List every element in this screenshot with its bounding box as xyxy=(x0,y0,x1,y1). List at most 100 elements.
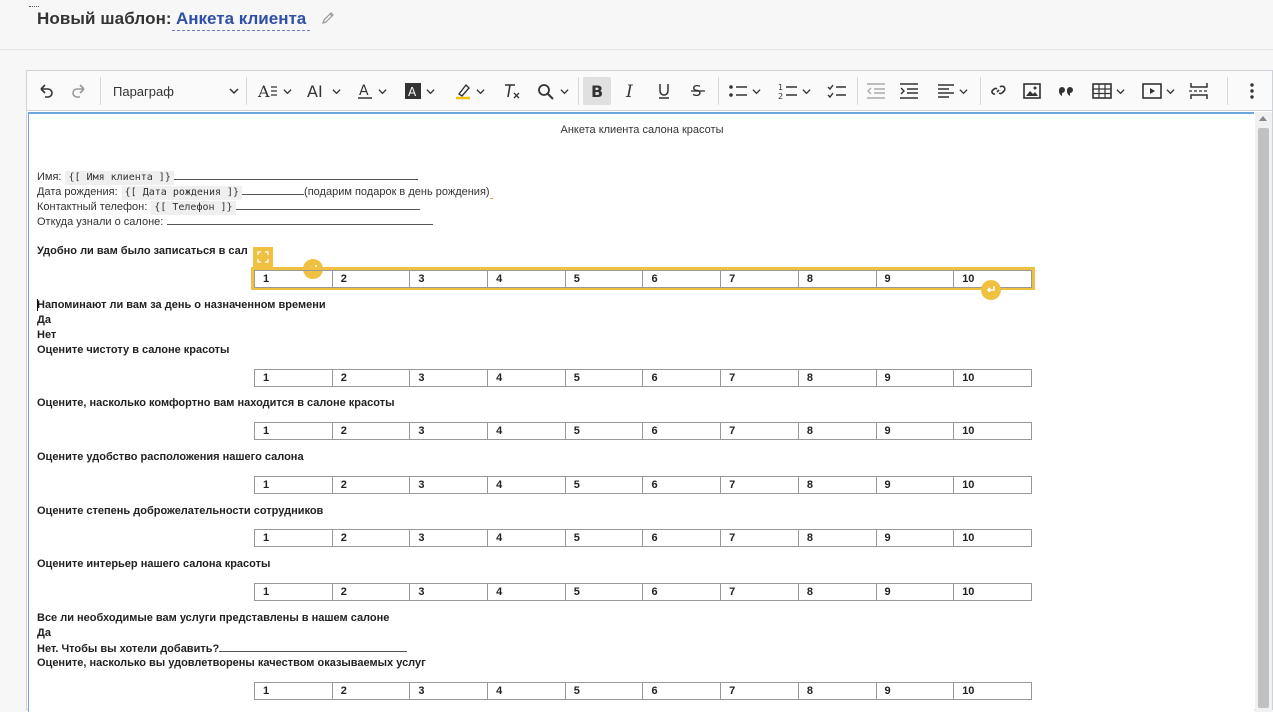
rating-cell-8[interactable]: 8 xyxy=(797,476,877,494)
rating-cell-6[interactable]: 6 xyxy=(642,422,722,440)
rating-cell-3[interactable]: 3 xyxy=(409,422,489,440)
rating-cell-2[interactable]: 2 xyxy=(331,583,411,601)
rating-cell-2[interactable]: 2 xyxy=(331,422,411,440)
rating-cell-8[interactable]: 8 xyxy=(797,422,877,440)
rating-cell-1[interactable]: 1 xyxy=(254,583,333,601)
font-color-icon[interactable]: A xyxy=(352,77,390,105)
rating-cell-2[interactable]: 2 xyxy=(331,682,411,700)
underline-icon[interactable] xyxy=(651,77,677,105)
rating-table-cleanliness[interactable]: 1 2 3 4 5 6 7 8 9 10 xyxy=(254,369,1032,387)
rating-cell-3[interactable]: 3 xyxy=(409,583,489,601)
rating-table-comfort[interactable]: 1 2 3 4 5 6 7 8 9 10 xyxy=(254,422,1032,440)
rating-table-staff[interactable]: 1 2 3 4 5 6 7 8 9 10 xyxy=(254,529,1032,547)
rating-cell-5[interactable]: 5 xyxy=(564,369,644,387)
placeholder-tag[interactable]: {[ Имя клиента ]} xyxy=(65,171,174,185)
rating-cell-4[interactable]: 4 xyxy=(487,270,566,288)
rating-cell-5[interactable]: 5 xyxy=(564,270,644,288)
rating-cell-2[interactable]: 2 xyxy=(331,270,411,288)
rating-cell-9[interactable]: 9 xyxy=(875,529,955,547)
outdent-icon[interactable] xyxy=(863,77,889,105)
rating-cell-4[interactable]: 4 xyxy=(487,583,566,601)
rating-cell-2[interactable]: 2 xyxy=(331,369,411,387)
image-icon[interactable] xyxy=(1019,77,1045,105)
rating-cell-9[interactable]: 9 xyxy=(875,682,955,700)
rating-cell-4[interactable]: 4 xyxy=(487,369,566,387)
rating-cell-10[interactable]: 10 xyxy=(953,529,1032,547)
table-select-handle[interactable] xyxy=(253,247,273,267)
rating-cell-6[interactable]: 6 xyxy=(642,369,722,387)
rating-cell-7[interactable]: 7 xyxy=(720,369,799,387)
indent-icon[interactable] xyxy=(896,77,922,105)
font-family-icon[interactable]: AI xyxy=(302,77,344,105)
rating-cell-7[interactable]: 7 xyxy=(720,422,799,440)
rating-table-location[interactable]: 1 2 3 4 5 6 7 8 9 10 xyxy=(254,476,1032,494)
scroll-thumb[interactable] xyxy=(1258,128,1269,708)
strikethrough-icon[interactable]: S xyxy=(685,77,711,105)
rating-cell-6[interactable]: 6 xyxy=(642,583,722,601)
rating-cell-7[interactable]: 7 xyxy=(720,529,799,547)
rating-cell-4[interactable]: 4 xyxy=(487,682,566,700)
rating-cell-6[interactable]: 6 xyxy=(642,270,722,288)
rating-cell-10[interactable]: 10 xyxy=(953,583,1032,601)
rating-cell-7[interactable]: 7 xyxy=(720,270,799,288)
rating-cell-7[interactable]: 7 xyxy=(720,583,799,601)
vertical-scrollbar[interactable] xyxy=(1255,112,1272,712)
highlight-icon[interactable] xyxy=(448,77,490,105)
placeholder-tag[interactable]: {[ Дата рождения ]} xyxy=(121,186,243,200)
rating-cell-1[interactable]: 1 xyxy=(254,682,333,700)
rating-cell-8[interactable]: 8 xyxy=(797,529,877,547)
rating-cell-1[interactable]: 1 xyxy=(254,422,333,440)
rating-cell-7[interactable]: 7 xyxy=(720,476,799,494)
rating-cell-5[interactable]: 5 xyxy=(564,422,644,440)
rating-table-interior[interactable]: 1 2 3 4 5 6 7 8 9 10 xyxy=(254,583,1032,601)
rating-cell-9[interactable]: 9 xyxy=(875,270,955,288)
more-icon[interactable] xyxy=(1239,77,1265,105)
rating-cell-3[interactable]: 3 xyxy=(409,369,489,387)
rating-cell-1[interactable]: 1 xyxy=(254,369,333,387)
rating-cell-10[interactable]: 10 xyxy=(953,369,1032,387)
table-icon[interactable] xyxy=(1087,77,1129,105)
rating-cell-6[interactable]: 6 xyxy=(642,682,722,700)
rating-table-quality[interactable]: 1 2 3 4 5 6 7 8 9 10 xyxy=(254,682,1032,700)
rating-cell-5[interactable]: 5 xyxy=(564,583,644,601)
rating-cell-8[interactable]: 8 xyxy=(797,369,877,387)
editor-content[interactable]: Анкета клиента салона красоты Имя:{[ Имя… xyxy=(28,112,1254,712)
insert-paragraph-after-icon[interactable] xyxy=(981,280,1001,300)
rating-cell-3[interactable]: 3 xyxy=(409,529,489,547)
pencil-icon[interactable] xyxy=(320,10,336,26)
rating-cell-1[interactable]: 1 xyxy=(254,529,333,547)
rating-cell-9[interactable]: 9 xyxy=(875,476,955,494)
rating-cell-4[interactable]: 4 xyxy=(487,529,566,547)
align-icon[interactable] xyxy=(931,77,973,105)
rating-cell-4[interactable]: 4 xyxy=(487,476,566,494)
link-icon[interactable] xyxy=(985,77,1011,105)
rating-table-booking[interactable]: 1 2 3 4 5 6 7 8 9 10 xyxy=(254,270,1032,288)
rating-cell-7[interactable]: 7 xyxy=(720,682,799,700)
remove-format-icon[interactable] xyxy=(499,77,525,105)
bulleted-list-icon[interactable] xyxy=(724,77,764,105)
rating-cell-8[interactable]: 8 xyxy=(797,682,877,700)
media-icon[interactable] xyxy=(1137,77,1179,105)
bold-icon[interactable]: B xyxy=(583,77,611,105)
undo-icon[interactable] xyxy=(33,77,59,105)
template-name[interactable]: Анкета клиента xyxy=(172,9,311,31)
rating-cell-10[interactable]: 10 xyxy=(953,422,1032,440)
rating-cell-5[interactable]: 5 xyxy=(564,529,644,547)
page-break-icon[interactable] xyxy=(1185,77,1213,105)
italic-icon[interactable]: I xyxy=(618,77,644,105)
rating-cell-6[interactable]: 6 xyxy=(642,476,722,494)
scroll-up-arrow-icon[interactable] xyxy=(1259,116,1267,121)
todo-list-icon[interactable] xyxy=(824,77,850,105)
font-size-icon[interactable]: A xyxy=(253,77,295,105)
rating-cell-10[interactable]: 10 xyxy=(953,476,1032,494)
redo-icon[interactable] xyxy=(66,77,92,105)
rating-cell-3[interactable]: 3 xyxy=(409,270,489,288)
blockquote-icon[interactable] xyxy=(1053,77,1079,105)
find-replace-icon[interactable] xyxy=(532,77,572,105)
rating-cell-9[interactable]: 9 xyxy=(875,422,955,440)
rating-cell-3[interactable]: 3 xyxy=(409,476,489,494)
rating-cell-1[interactable]: 1 xyxy=(254,476,333,494)
placeholder-tag[interactable]: {[ Телефон ]} xyxy=(151,201,236,215)
rating-cell-8[interactable]: 8 xyxy=(797,270,877,288)
rating-cell-6[interactable]: 6 xyxy=(642,529,722,547)
